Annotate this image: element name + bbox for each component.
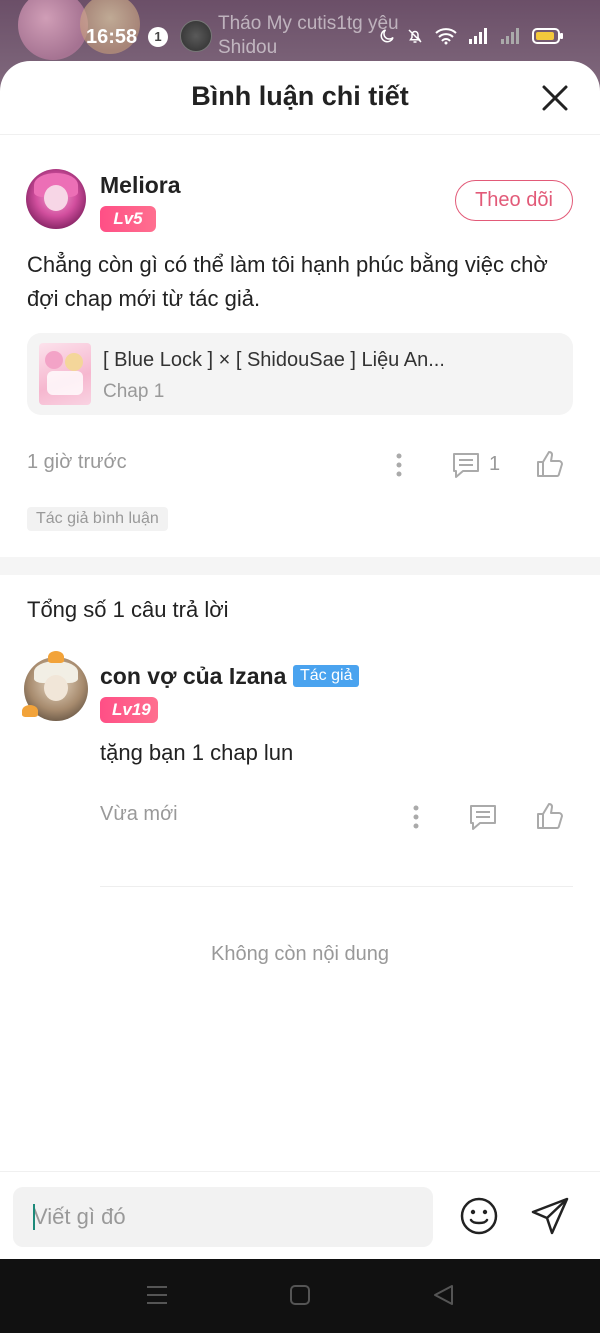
comment-reply-icon[interactable] <box>451 451 481 479</box>
author-badge: Tác giả <box>293 665 360 687</box>
avatar-frame-decoration <box>22 651 90 717</box>
level-badge: Lv5 <box>100 206 156 232</box>
system-navigation-bar <box>0 1259 600 1333</box>
story-cover-image <box>39 343 91 405</box>
author-comment-tag: Tác giả bình luận <box>27 507 168 531</box>
sheet-header: Bình luận chi tiết <box>0 61 600 135</box>
story-card[interactable]: [ Blue Lock ] × [ ShidouSae ] Liệu An...… <box>27 333 573 415</box>
comment-meta-row: 1 giờ trước 1 <box>27 451 573 481</box>
divider <box>100 886 573 887</box>
story-title: [ Blue Lock ] × [ ShidouSae ] Liệu An... <box>103 349 443 371</box>
end-of-list-text: Không còn nội dung <box>211 943 389 965</box>
reply-count: 1 <box>489 453 501 475</box>
back-icon[interactable] <box>432 1283 454 1307</box>
more-options-icon[interactable] <box>391 451 407 479</box>
page-title: Bình luận chi tiết <box>191 81 409 111</box>
emoji-icon[interactable] <box>459 1196 499 1236</box>
comment-input-bar <box>0 1171 600 1259</box>
reply-username[interactable]: con vợ của Izana <box>100 663 286 690</box>
status-bar: 16:58 1 Tháo My cutis1tg yêu Shidou <box>0 0 600 62</box>
avatar[interactable] <box>26 169 86 229</box>
bell-off-icon <box>408 29 422 43</box>
comment-username[interactable]: Meliora <box>100 172 181 199</box>
send-icon[interactable] <box>530 1196 570 1236</box>
more-options-icon[interactable] <box>408 803 424 831</box>
reply-time: Vừa mới <box>100 803 178 825</box>
comment-detail-sheet: Bình luận chi tiết Meliora Lv5 Theo dõi … <box>0 61 600 1259</box>
reply-meta-row: Vừa mới <box>100 803 573 833</box>
reply-text: tặng bạn 1 chap lun <box>100 740 294 765</box>
comment-reply-icon[interactable] <box>468 803 498 831</box>
home-icon[interactable] <box>289 1283 311 1307</box>
like-icon[interactable] <box>535 801 565 831</box>
signal-off-icon <box>501 28 519 44</box>
status-icons <box>378 26 564 46</box>
battery-icon <box>532 28 563 44</box>
notification-avatar <box>180 20 212 52</box>
replies-title: Tổng số 1 câu trả lời <box>27 597 229 622</box>
like-icon[interactable] <box>535 449 565 479</box>
notification-count: 1 <box>148 27 168 47</box>
story-chapter: Chap 1 <box>103 381 165 402</box>
moon-icon <box>380 29 394 43</box>
text-caret <box>33 1204 35 1230</box>
signal-icon <box>469 28 487 44</box>
follow-button[interactable]: Theo dõi <box>455 180 573 221</box>
wifi-icon <box>435 28 457 45</box>
comment-input[interactable] <box>13 1187 433 1247</box>
level-badge: Lv19 <box>100 697 158 723</box>
comment-time: 1 giờ trước <box>27 451 127 473</box>
menu-icon[interactable] <box>146 1283 168 1307</box>
section-divider <box>0 557 600 575</box>
status-time: 16:58 <box>86 26 138 48</box>
comment-text: Chẳng còn gì có thể làm tôi hạnh phúc bằ… <box>27 252 548 311</box>
close-icon[interactable] <box>540 83 570 113</box>
